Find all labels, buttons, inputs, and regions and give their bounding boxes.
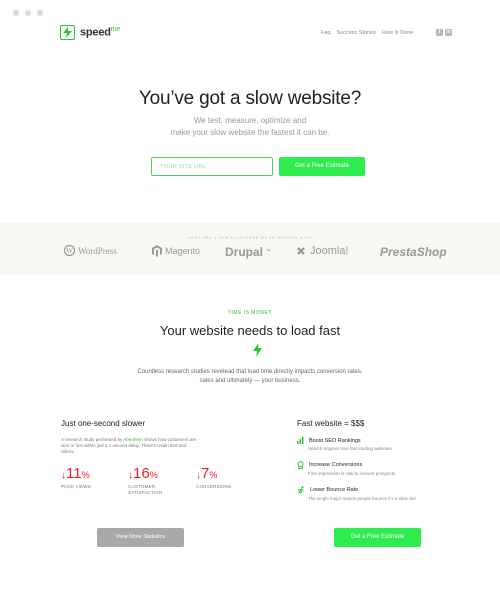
stat-number: 11 xyxy=(66,465,82,482)
hero-subtitle-line: We test, measure, optimize and xyxy=(193,116,307,125)
logo-text: speedme xyxy=(80,26,121,39)
drupal-logo: Drupal ™ xyxy=(225,245,271,259)
platforms-strip: HERE ARE A FEW PLATFORMS WE'VE WORKED WI… xyxy=(0,223,500,275)
platform-label: Drupal xyxy=(225,245,264,259)
runner-icon xyxy=(297,486,304,494)
fast-title: Fast website = $$$ xyxy=(297,419,365,428)
feature-title: Boost SEO Rankings xyxy=(309,437,361,444)
view-more-statistics-button[interactable]: View More Statistics xyxy=(97,528,184,547)
magento-icon xyxy=(152,245,162,257)
hero-subtitle-line: make your slow website the fastest it ca… xyxy=(170,128,330,137)
logo[interactable]: speedme xyxy=(60,25,120,40)
desc-text: A research study performed by xyxy=(61,437,124,442)
top-nav: Faq Success Stories How Is Done xyxy=(321,30,413,36)
stat-page-views: ↓ 11% PAGE VIEWS xyxy=(61,465,91,490)
bolt-icon xyxy=(253,343,262,362)
slower-description: A research study performed by Aberdeen s… xyxy=(61,437,201,455)
feature-row: Lower Bounce Rate xyxy=(297,486,416,494)
stat-unit: % xyxy=(81,470,90,480)
bolt-icon xyxy=(60,25,75,40)
wordpress-icon: W xyxy=(64,245,75,256)
trademark: ™ xyxy=(266,249,272,255)
stat-label: CONVERSIONS xyxy=(196,484,231,490)
section-title: Your website needs to load fast xyxy=(159,323,341,338)
stat-conversions: ↓ 7% CONVERSIONS xyxy=(196,465,231,490)
nav-link-faq[interactable]: Faq xyxy=(321,30,330,36)
header: speedme Faq Success Stories How Is Done … xyxy=(0,25,500,47)
feature-row: Boost SEO Rankings xyxy=(297,437,392,444)
stat-label-line: PAGE VIEWS xyxy=(61,484,91,489)
aberdeen-link[interactable]: Aberdeen xyxy=(123,437,143,442)
free-estimate-button[interactable]: Get a Free Estimate xyxy=(279,157,365,176)
stat-customer-satisfaction: ↓ 16% CUSTOMER SATISFACTION xyxy=(128,465,163,496)
svg-text:W: W xyxy=(66,247,73,255)
stat-label-line: CONVERSIONS xyxy=(196,484,232,489)
stat-label-line: SATISFACTION xyxy=(128,490,163,495)
prestashop-logo: PrestaShop xyxy=(380,245,447,259)
joomla-logo: Joomla! xyxy=(295,245,349,257)
platform-label: PrestaShop xyxy=(380,245,447,259)
stat-value: ↓ 16% xyxy=(128,465,163,482)
social-links: t in xyxy=(436,29,452,36)
feature-title: Increase Conversions xyxy=(309,462,363,468)
nav-link-success-stories[interactable]: Success Stories xyxy=(336,30,375,36)
stat-value: ↓ 7% xyxy=(196,465,231,482)
window-dot xyxy=(37,10,43,16)
stat-number: 7 xyxy=(201,465,210,482)
platform-label: Magento xyxy=(165,246,201,256)
stat-label: CUSTOMER SATISFACTION xyxy=(128,484,163,496)
nav-link-how-is-done[interactable]: How Is Done xyxy=(382,30,414,36)
section-subtitle: Countless research studies revelead that… xyxy=(0,368,500,385)
linkedin-icon[interactable]: in xyxy=(445,29,452,36)
feature-desc: Search engines love fast loading website… xyxy=(308,446,392,451)
free-estimate-button-bottom[interactable]: Get a Free Estimate xyxy=(334,528,421,547)
stat-unit: % xyxy=(209,470,218,480)
twitter-icon[interactable]: t xyxy=(436,29,443,36)
feature-title: Lower Bounce Rate xyxy=(310,487,359,493)
stat-label: PAGE VIEWS xyxy=(61,484,91,490)
hero-subtitle: We test, measure, optimize and make your… xyxy=(0,115,500,139)
stat-unit: % xyxy=(149,470,158,480)
section-tag: TIME IS MONEY xyxy=(227,310,273,316)
window-dot xyxy=(13,10,19,16)
site-url-input[interactable] xyxy=(151,157,273,176)
slower-title: Just one-second slower xyxy=(61,419,146,428)
section-subtitle-line: Countless research studies revelead that… xyxy=(137,369,363,375)
feature-bounce-rate: Lower Bounce Rate The single major reaso… xyxy=(297,486,416,501)
wordpress-logo: W WordPress xyxy=(64,245,117,256)
platforms-caption: HERE ARE A FEW PLATFORMS WE'VE WORKED WI… xyxy=(188,236,312,240)
hero-title: You’ve got a slow website? xyxy=(138,88,362,109)
magento-logo: Magento xyxy=(152,245,200,257)
section-subtitle-line: sales and ultimately — your business. xyxy=(199,377,301,384)
bar-chart-icon xyxy=(297,437,304,444)
feature-conversions: Increase Conversions First impression is… xyxy=(297,461,395,476)
platform-label: WordPress xyxy=(78,245,117,256)
platform-label: Joomla! xyxy=(310,245,349,257)
feature-seo: Boost SEO Rankings Search engines love f… xyxy=(297,437,392,451)
feature-desc: First impression is vital to convert pro… xyxy=(308,471,396,476)
window-dot xyxy=(25,10,31,16)
stat-value: ↓ 11% xyxy=(61,465,91,482)
joomla-icon xyxy=(297,247,305,255)
badge-icon xyxy=(297,461,304,469)
window-controls xyxy=(13,10,43,16)
feature-desc: The single major reason people bounce it… xyxy=(308,496,416,501)
stat-number: 16 xyxy=(133,465,150,482)
feature-row: Increase Conversions xyxy=(297,461,395,469)
